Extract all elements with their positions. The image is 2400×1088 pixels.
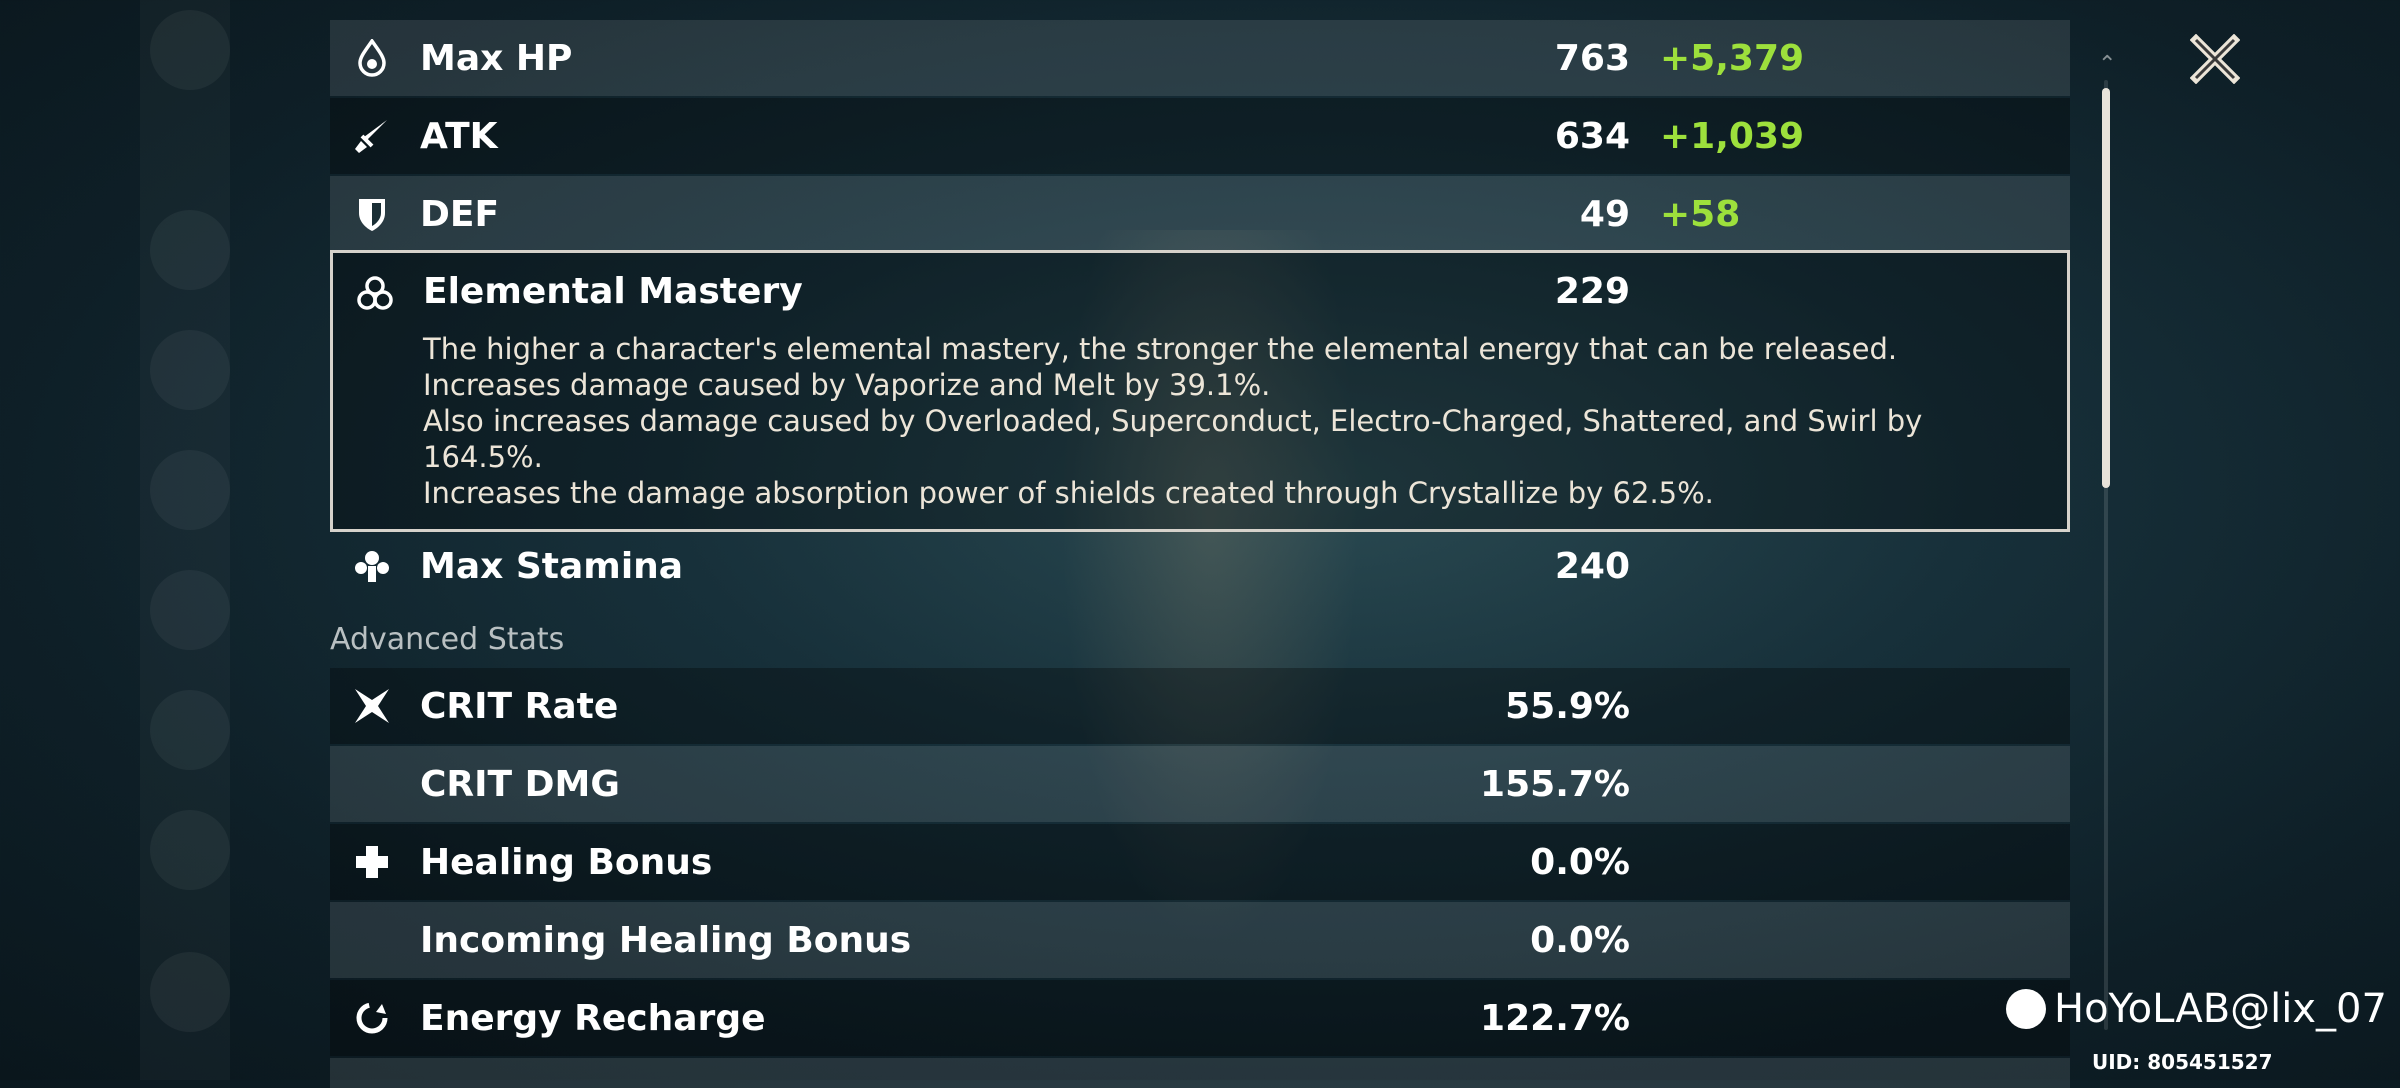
- background-avatar: [150, 810, 230, 890]
- stat-label: CRIT Rate: [420, 685, 619, 727]
- stat-value: 122.7%: [1480, 997, 1630, 1039]
- crit-star-icon: [352, 686, 392, 726]
- stat-label: DEF: [420, 193, 500, 235]
- stat-row-healing-bonus: Healing Bonus 0.0%: [330, 824, 2070, 900]
- description-line: The higher a character's elemental maste…: [423, 332, 1898, 366]
- stat-row-max-hp: Max HP 763 +5,379: [330, 20, 2070, 96]
- stat-label: Healing Bonus: [420, 841, 713, 883]
- background-avatar: [150, 570, 230, 650]
- water-drop-icon: [352, 38, 392, 78]
- background-avatar: [150, 330, 230, 410]
- close-icon: [2189, 33, 2241, 85]
- stat-bonus-value: +1,039: [1660, 115, 1805, 157]
- watermark-text: HoYoLAB@lix_07: [2054, 986, 2387, 1032]
- plus-icon: [352, 842, 392, 882]
- shield-icon: [352, 194, 392, 234]
- description-line: Increases damage caused by Vaporize and …: [423, 368, 1271, 402]
- hoyolab-watermark: HoYoLAB@lix_07: [2006, 986, 2387, 1032]
- scroll-up-icon[interactable]: ⌃: [2098, 52, 2116, 77]
- stat-label: Elemental Mastery: [423, 271, 803, 312]
- background-avatar: [150, 690, 230, 770]
- background-character-list: [140, 0, 230, 1080]
- background-menu-button: [150, 952, 230, 1032]
- stat-base-value: 634: [1554, 115, 1630, 157]
- stat-label: Energy Recharge: [420, 997, 766, 1039]
- stat-row-crit-dmg: CRIT DMG 155.7%: [330, 746, 2070, 822]
- stat-row-crit-rate: CRIT Rate 55.9%: [330, 668, 2070, 744]
- stat-value: 0.0%: [1530, 919, 1630, 961]
- uid-label: UID: 805451527: [2092, 1050, 2273, 1074]
- background-avatar: [150, 450, 230, 530]
- recharge-icon: [352, 998, 392, 1038]
- stat-base-value: 49: [1579, 193, 1630, 235]
- sword-icon: [352, 116, 392, 156]
- stat-row-energy-recharge: Energy Recharge 122.7%: [330, 980, 2070, 1056]
- stat-value: 155.7%: [1480, 763, 1630, 805]
- stat-value: 55.9%: [1505, 685, 1630, 727]
- stamina-icon: [352, 546, 392, 586]
- stat-label: CRIT DMG: [420, 763, 620, 805]
- stat-label: Max HP: [420, 37, 573, 79]
- stat-label: ATK: [420, 115, 498, 157]
- stat-label: Max Stamina: [420, 545, 684, 587]
- description-line: Also increases damage caused by Overload…: [423, 404, 1923, 474]
- stat-bonus-value: +58: [1660, 193, 1741, 235]
- stat-value: 229: [1554, 271, 1630, 312]
- background-avatar: [150, 10, 230, 90]
- stat-row-incoming-healing-bonus: Incoming Healing Bonus 0.0%: [330, 902, 2070, 978]
- advanced-stats-heading: Advanced Stats: [330, 622, 565, 657]
- stat-row-elemental-mastery[interactable]: Elemental Mastery 229 The higher a chara…: [330, 250, 2070, 532]
- triple-ring-icon: [355, 273, 395, 313]
- stat-row-def: DEF 49 +58: [330, 176, 2070, 252]
- close-button[interactable]: [2189, 33, 2241, 85]
- elemental-mastery-description: The higher a character's elemental maste…: [423, 331, 2043, 511]
- background-avatar: [150, 210, 230, 290]
- hoyolab-logo-icon: [2006, 989, 2046, 1029]
- description-line: Increases the damage absorption power of…: [423, 476, 1714, 510]
- stat-base-value: 763: [1554, 37, 1630, 79]
- stat-value: 0.0%: [1530, 841, 1630, 883]
- stat-row-max-stamina: Max Stamina 240: [330, 528, 2070, 604]
- stat-value: 240: [1554, 545, 1630, 587]
- stat-row-partial: [330, 1058, 2070, 1088]
- stat-bonus-value: +5,379: [1660, 37, 1805, 79]
- stat-row-atk: ATK 634 +1,039: [330, 98, 2070, 174]
- scrollbar-thumb[interactable]: [2102, 88, 2110, 488]
- stat-label: Incoming Healing Bonus: [420, 919, 912, 961]
